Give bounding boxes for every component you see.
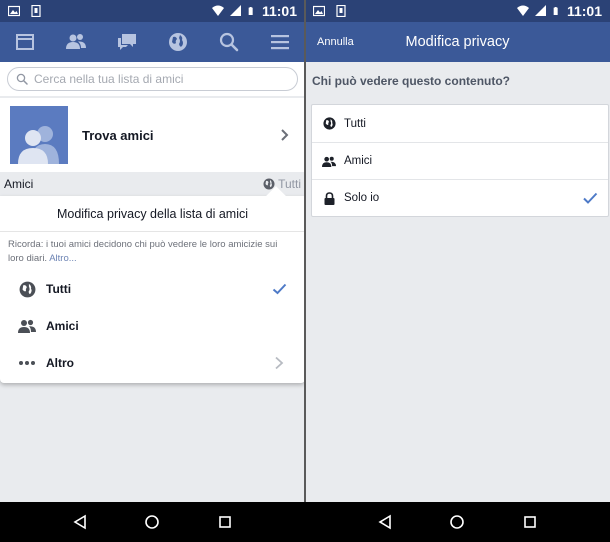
search-box	[7, 67, 298, 91]
nav-recents-button[interactable]	[519, 511, 541, 533]
status-time: 11:01	[261, 3, 297, 19]
privacy-option-label: Amici	[344, 155, 373, 167]
popup-note-more-link[interactable]: Altro...	[49, 253, 76, 264]
privacy-question: Chi può vedere questo contenuto?	[312, 74, 511, 88]
search-icon	[16, 73, 28, 85]
friends-privacy-value: Tutti	[278, 177, 301, 191]
tab-news-feed[interactable]	[11, 28, 39, 56]
chevron-right-icon	[271, 355, 287, 371]
privacy-option-label: Tutti	[344, 117, 366, 130]
friends-privacy-selector[interactable]: Tutti	[263, 177, 301, 191]
privacy-option-label: Solo io	[344, 192, 380, 204]
tab-bar	[0, 22, 305, 62]
privacy-option-tutti[interactable]: Tutti	[312, 105, 608, 142]
menu-icon	[270, 35, 289, 50]
home-icon	[450, 515, 465, 529]
back-icon	[73, 514, 86, 530]
find-friends-row[interactable]: Trova amici	[0, 98, 305, 172]
search-bar	[0, 62, 305, 96]
find-friends-avatar	[10, 106, 68, 164]
sim-icon	[336, 5, 346, 17]
privacy-header: Annulla Modifica privacy	[305, 22, 610, 62]
sim-icon	[31, 5, 41, 17]
battery-icon	[553, 7, 558, 15]
checkmark-icon	[271, 281, 287, 297]
search-input[interactable]	[34, 72, 289, 86]
status-bar: 11:01	[305, 0, 610, 22]
gallery-icon	[8, 5, 20, 17]
friends-icon	[66, 34, 87, 49]
cancel-button[interactable]: Annulla	[317, 36, 354, 48]
lock-icon	[322, 191, 336, 205]
android-nav-bar	[305, 502, 610, 542]
status-time: 11:01	[566, 3, 602, 19]
privacy-option-solo-io[interactable]: Solo io	[312, 179, 608, 216]
tab-search[interactable]	[215, 28, 243, 56]
tab-notifications[interactable]	[164, 28, 192, 56]
gallery-icon	[313, 5, 325, 17]
privacy-option-amici[interactable]: Amici	[312, 142, 608, 179]
chevron-right-icon	[281, 129, 289, 141]
status-bar: 11:01	[0, 0, 305, 22]
popup-note: Ricorda: i tuoi amici decidono chi può v…	[8, 238, 295, 266]
tab-messages[interactable]	[113, 28, 141, 56]
screen-divider	[304, 0, 306, 502]
battery-icon	[248, 7, 253, 15]
popup-option-label: Tutti	[46, 282, 72, 296]
signal-icon	[229, 5, 241, 16]
privacy-popup: Modifica privacy della lista di amici Ri…	[0, 186, 305, 383]
friends-header-label: Amici	[4, 177, 34, 191]
checkmark-icon	[583, 192, 598, 204]
tab-friend-requests[interactable]	[62, 28, 90, 56]
popup-divider	[0, 231, 305, 232]
privacy-options-list: Tutti Amici Solo io	[311, 104, 609, 217]
news-feed-icon	[16, 34, 35, 50]
globe-icon	[18, 280, 36, 298]
friends-silhouette-icon	[18, 126, 59, 164]
left-screen: 11:01 Cerca nella tua lista di amici Tro…	[0, 0, 305, 542]
wifi-icon	[516, 5, 529, 16]
find-friends-label: Trova amici	[82, 127, 154, 143]
nav-back-button[interactable]	[374, 511, 396, 533]
popup-title: Modifica privacy della lista di amici	[56, 207, 249, 221]
friends-section-header: Amici Tutti	[0, 172, 305, 196]
popup-option-label: Amici	[46, 319, 79, 333]
nav-home-button[interactable]	[446, 511, 468, 533]
globe-icon	[168, 33, 187, 51]
messages-icon	[118, 34, 137, 50]
back-icon	[378, 514, 391, 530]
wifi-icon	[211, 5, 224, 16]
friends-icon	[322, 154, 336, 168]
more-icon	[18, 354, 36, 372]
popup-option-label: Altro	[46, 356, 74, 370]
nav-recents-button[interactable]	[214, 511, 236, 533]
globe-icon	[322, 117, 336, 131]
signal-icon	[534, 5, 546, 16]
popup-option-altro[interactable]: Altro	[0, 345, 305, 381]
home-icon	[145, 515, 160, 529]
search-icon	[219, 32, 239, 52]
empty-slot	[271, 318, 287, 334]
right-screen: 11:01 Annulla Modifica privacy Chi può v…	[305, 0, 610, 542]
recents-icon	[524, 516, 536, 528]
popup-option-amici[interactable]: Amici	[0, 308, 305, 344]
android-nav-bar	[0, 502, 305, 542]
tab-menu[interactable]	[266, 28, 294, 56]
nav-home-button[interactable]	[141, 511, 163, 533]
recents-icon	[219, 516, 231, 528]
nav-back-button[interactable]	[69, 511, 91, 533]
friends-icon	[18, 317, 36, 335]
popup-option-tutti[interactable]: Tutti	[0, 271, 305, 307]
